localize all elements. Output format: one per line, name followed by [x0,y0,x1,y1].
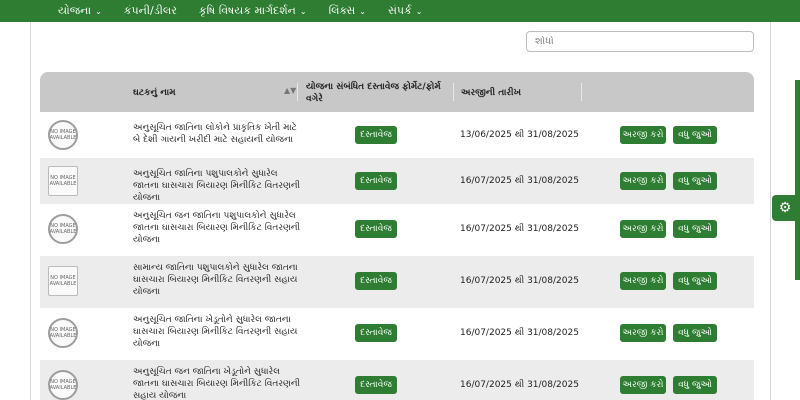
application-date: 16/07/2025 થી 31/08/2025 [460,176,579,186]
apply-button[interactable]: અરજી કરો [620,126,666,144]
scheme-name: અનુસૂચિત જન જાતિના પશુપાલકોને સુધારેલ જા… [133,211,301,245]
sort-icon[interactable]: ▲▼ [284,87,296,95]
nav-item-company-dealer[interactable]: કંપની/ડીલર [124,4,177,18]
document-button[interactable]: દસ્તાવેજ [355,126,397,144]
apply-button[interactable]: અરજી કરો [620,220,666,238]
application-date: 13/06/2025 થી 31/08/2025 [460,130,579,140]
scheme-name: અનુસૂચિત જાતિના પશુપાલકોને સુધારેલ જાતના… [133,169,301,203]
nav-item-schemes[interactable]: યોજના ⌄ [58,4,102,18]
content-right-border [770,22,771,400]
scheme-name: અનુસૂચિત જન જાતિના ખેડૂતોને સુધારેલ જાતન… [133,367,301,400]
column-divider [297,83,298,101]
nav-item-agri-guidance[interactable]: કૃષિ વિષયક માર્ગદર્શન ⌄ [199,4,307,18]
document-button[interactable]: દસ્તાવેજ [355,376,397,394]
chevron-down-icon: ⌄ [415,7,423,16]
chevron-down-icon: ⌄ [359,7,366,16]
no-image-placeholder: NO IMAGE AVAILABLE [48,166,78,196]
apply-button[interactable]: અરજી કરો [620,272,666,290]
chevron-down-icon: ⌄ [299,7,307,16]
application-date: 16/07/2025 થી 31/08/2025 [460,224,579,234]
document-button[interactable]: દસ્તાવેજ [355,272,397,290]
search-input[interactable] [526,31,754,52]
column-divider [581,83,582,101]
top-navigation: યોજના ⌄ કંપની/ડીલર કૃષિ વિષયક માર્ગદર્શન ⌄… [0,0,800,22]
view-more-button[interactable]: વધુ જુઓ [673,126,717,144]
document-button[interactable]: દસ્તાવેજ [355,220,397,238]
scheme-name: અનુસૂચિત જાતિના ખેડૂતોને સુધારેલ જાતના ઘ… [133,315,298,349]
column-divider [453,83,454,101]
column-header-docs[interactable]: યોજના સંબંધિત દસ્તાવેજ ફોર્મેટ/ફોર્મ વગે… [306,81,456,105]
table-row: NO IMAGE AVAILABLE અનુસૂચિત જાતિના ખેડૂત… [40,308,754,360]
view-more-button[interactable]: વધુ જુઓ [673,220,717,238]
column-header-name[interactable]: ઘટકનું નામ [133,87,176,99]
application-date: 16/07/2025 થી 31/08/2025 [460,328,579,338]
scheme-name: સામાન્ય જાતિના પશુપાલકોને સુધારેલ જાતના … [133,263,298,297]
no-image-placeholder: NO IMAGE AVAILABLE [48,120,78,150]
nav-item-links[interactable]: લિંક્સ ⌄ [329,4,366,18]
apply-button[interactable]: અરજી કરો [620,172,666,190]
chevron-down-icon: ⌄ [95,7,102,16]
scrollbar-thumb[interactable] [795,80,800,280]
no-image-placeholder: NO IMAGE AVAILABLE [48,266,78,296]
table-row: NO IMAGE AVAILABLE સામાન્ય જાતિના પશુપાલ… [40,256,754,308]
no-image-placeholder: NO IMAGE AVAILABLE [48,370,78,400]
application-date: 16/07/2025 થી 31/08/2025 [460,380,579,390]
application-date: 16/07/2025 થી 31/08/2025 [460,276,579,286]
view-more-button[interactable]: વધુ જુઓ [673,324,717,342]
table-row: NO IMAGE AVAILABLE અનુસૂચિત જન જાતિના પશ… [40,204,754,256]
view-more-button[interactable]: વધુ જુઓ [673,376,717,394]
column-header-date[interactable]: અરજીની તારીખ [461,87,521,99]
table-row: NO IMAGE AVAILABLE અનુસૂચિત જાતિના લોકોન… [40,112,754,158]
table-row: NO IMAGE AVAILABLE અનુસૂચિત જન જાતિના ખે… [40,360,754,400]
document-button[interactable]: દસ્તાવેજ [355,324,397,342]
table-row: NO IMAGE AVAILABLE અનુસૂચિત જાતિના પશુપા… [40,158,754,204]
apply-button[interactable]: અરજી કરો [620,376,666,394]
scheme-name: અનુસૂચિત જાતિના લોકોને પ્રાકૃતિક ખેતી મા… [133,123,297,145]
gear-icon: ⚙ [778,200,792,216]
document-button[interactable]: દસ્તાવેજ [355,172,397,190]
view-more-button[interactable]: વધુ જુઓ [673,272,717,290]
no-image-placeholder: NO IMAGE AVAILABLE [48,214,78,244]
settings-button[interactable]: ⚙ [772,195,798,221]
view-more-button[interactable]: વધુ જુઓ [673,172,717,190]
no-image-placeholder: NO IMAGE AVAILABLE [48,318,78,348]
content-left-border [30,22,31,400]
nav-item-contact[interactable]: સંપર્ક ⌄ [388,4,423,18]
apply-button[interactable]: અરજી કરો [620,324,666,342]
